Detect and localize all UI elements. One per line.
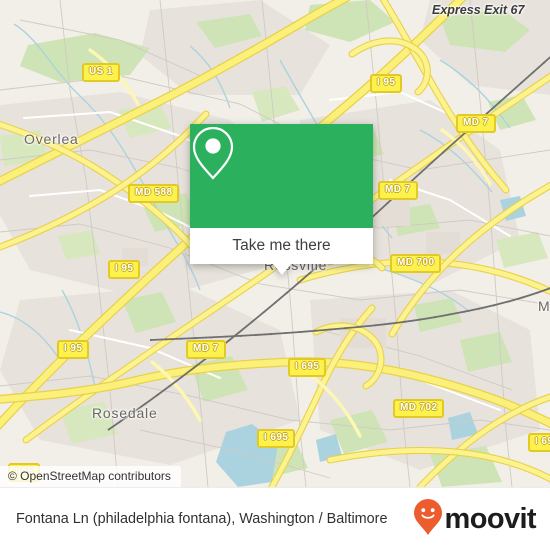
map-screenshot-root: .land { fill:#f2efe9; } .resid { fill:#e… [0,0,550,550]
road-shield: MD 588 [128,184,180,203]
osm-attribution[interactable]: © OpenStreetMap contributors [0,466,181,487]
exit-label: Express Exit 67 [432,3,525,17]
place-label: Overlea [24,131,79,147]
bottom-bar: Fontana Ln (philadelphia fontana), Washi… [0,487,550,550]
road-shield: I 695 [528,433,550,452]
place-label: M [538,298,550,314]
road-shield: US 1 [82,63,120,82]
moovit-smiley-pin-icon [413,498,443,541]
moovit-wordmark: moovit [444,503,537,535]
map-canvas[interactable]: .land { fill:#f2efe9; } .resid { fill:#e… [0,0,550,487]
road-shield: MD 702 [393,399,445,418]
location-popup-card[interactable]: Take me there [190,124,373,275]
road-shield: I 695 [257,429,296,448]
road-shield: I 95 [108,260,141,279]
page-title: Fontana Ln (philadelphia fontana), Washi… [16,511,388,527]
place-label: Rosedale [92,405,158,421]
take-me-there-button[interactable]: Take me there [190,228,373,264]
road-shield: I 95 [370,74,403,93]
road-shield: I 95 [57,340,90,359]
road-shield: MD 7 [378,181,418,200]
road-shield: MD 7 [456,114,496,133]
road-shield: I 695 [288,358,327,377]
popup-pointer-tail [272,264,291,275]
road-shield: MD 700 [390,254,442,273]
moovit-logo[interactable]: moovit [413,498,537,541]
road-shield: MD 7 [186,340,226,359]
popup-header [190,124,373,228]
